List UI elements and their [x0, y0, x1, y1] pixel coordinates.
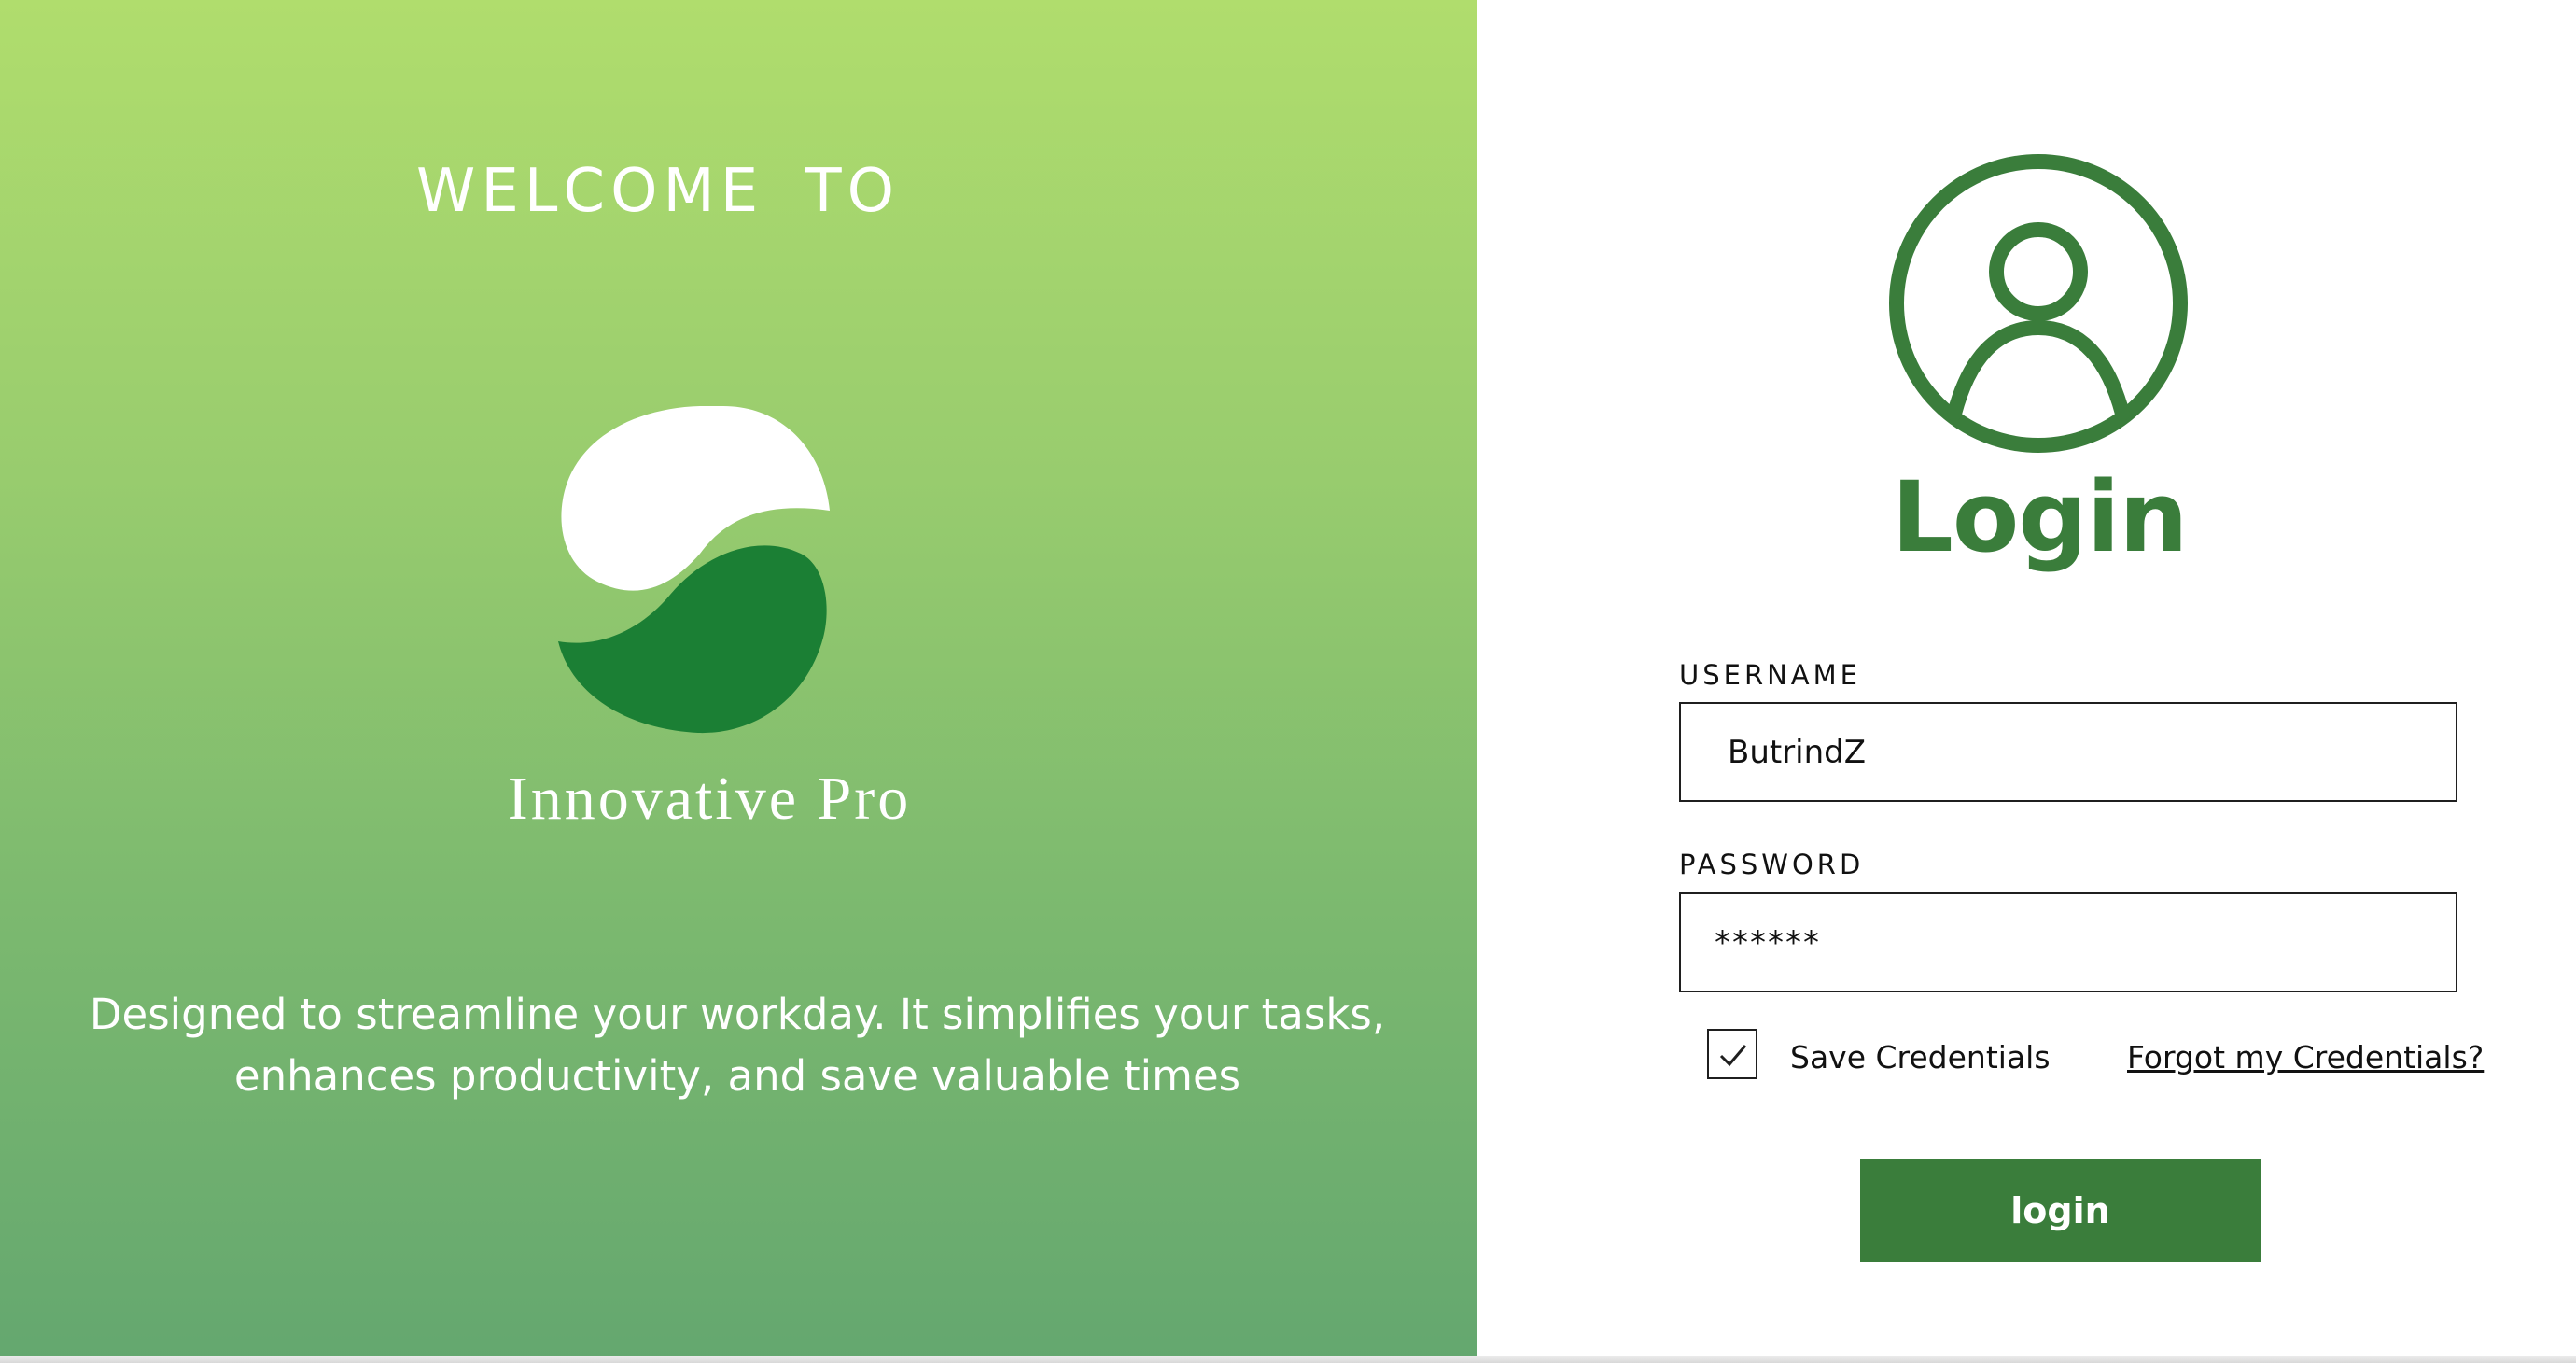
save-credentials-checkbox[interactable]	[1707, 1029, 1757, 1079]
welcome-panel: WELCOME TO Innovative Pro Designed to st…	[0, 0, 1477, 1363]
login-button[interactable]: login	[1860, 1159, 2261, 1262]
tagline: Designed to streamline your workday. It …	[75, 984, 1400, 1107]
tagline-line-1: Designed to streamline your workday. It …	[89, 990, 1386, 1039]
innovative-pro-logo	[558, 405, 830, 734]
login-title: Login	[1891, 460, 2189, 574]
bottom-divider	[0, 1356, 2576, 1363]
forgot-credentials-link[interactable]: Forgot my Credentials?	[2127, 1039, 2484, 1075]
username-input[interactable]	[1679, 702, 2457, 802]
welcome-heading: WELCOME TO	[416, 157, 900, 226]
save-credentials-label[interactable]: Save Credentials	[1790, 1039, 2051, 1075]
password-input[interactable]	[1679, 892, 2457, 992]
checkmark-icon	[1719, 1045, 1747, 1067]
tagline-line-2: enhances productivity, and save valuable…	[233, 1051, 1241, 1101]
brand-name: Innovative Pro	[507, 765, 912, 833]
username-label: USERNAME	[1679, 659, 1861, 691]
password-label: PASSWORD	[1679, 849, 1865, 880]
user-circle-icon	[1889, 154, 2188, 453]
